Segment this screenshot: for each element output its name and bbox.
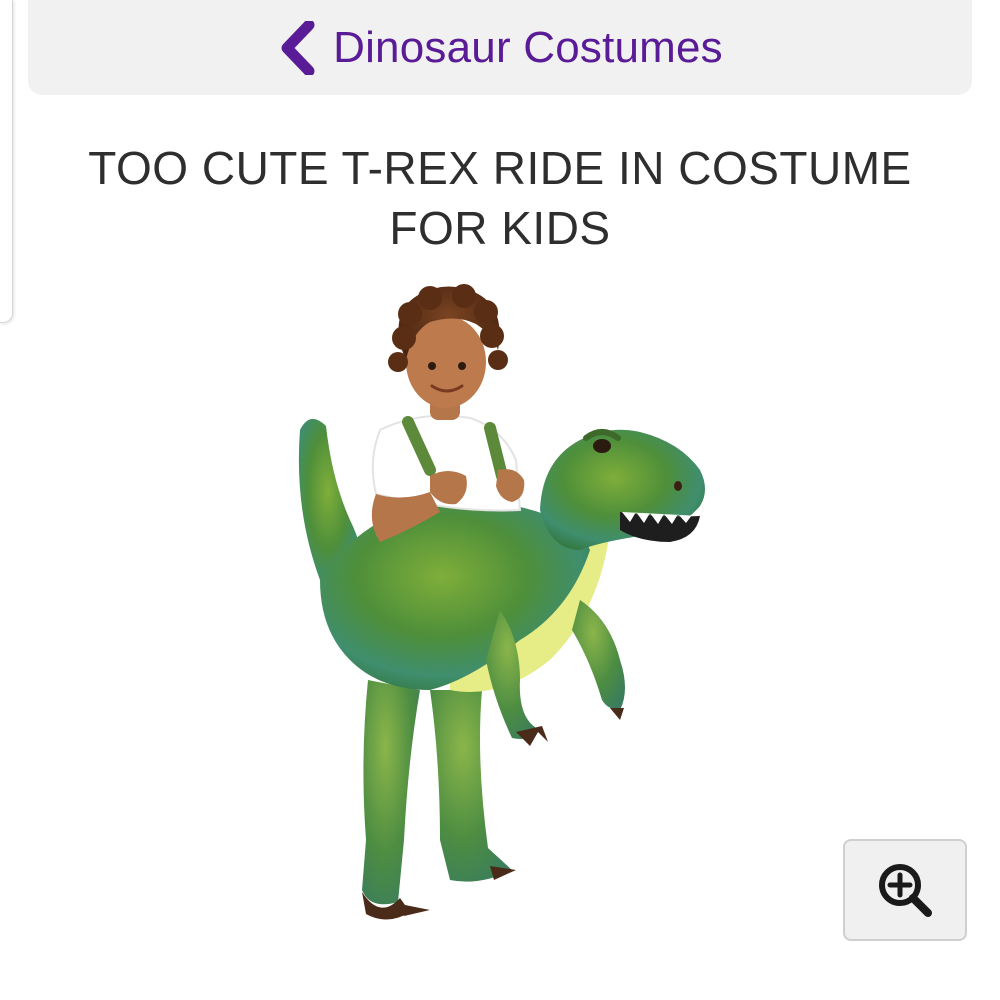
zoom-button[interactable] [843,839,967,941]
product-title: TOO CUTE T-REX RIDE IN COSTUME FOR KIDS [88,142,912,254]
back-to-category-button[interactable]: Dinosaur Costumes [28,0,972,95]
chevron-left-icon [281,20,315,75]
zoom-in-icon [879,864,932,917]
product-image[interactable] [280,280,720,940]
side-drawer-edge [0,0,13,323]
back-button-content: Dinosaur Costumes [277,9,723,75]
product-page: Dinosaur Costumes TOO CUTE T-REX RIDE IN… [0,0,1000,1000]
back-button-label: Dinosaur Costumes [333,22,723,72]
